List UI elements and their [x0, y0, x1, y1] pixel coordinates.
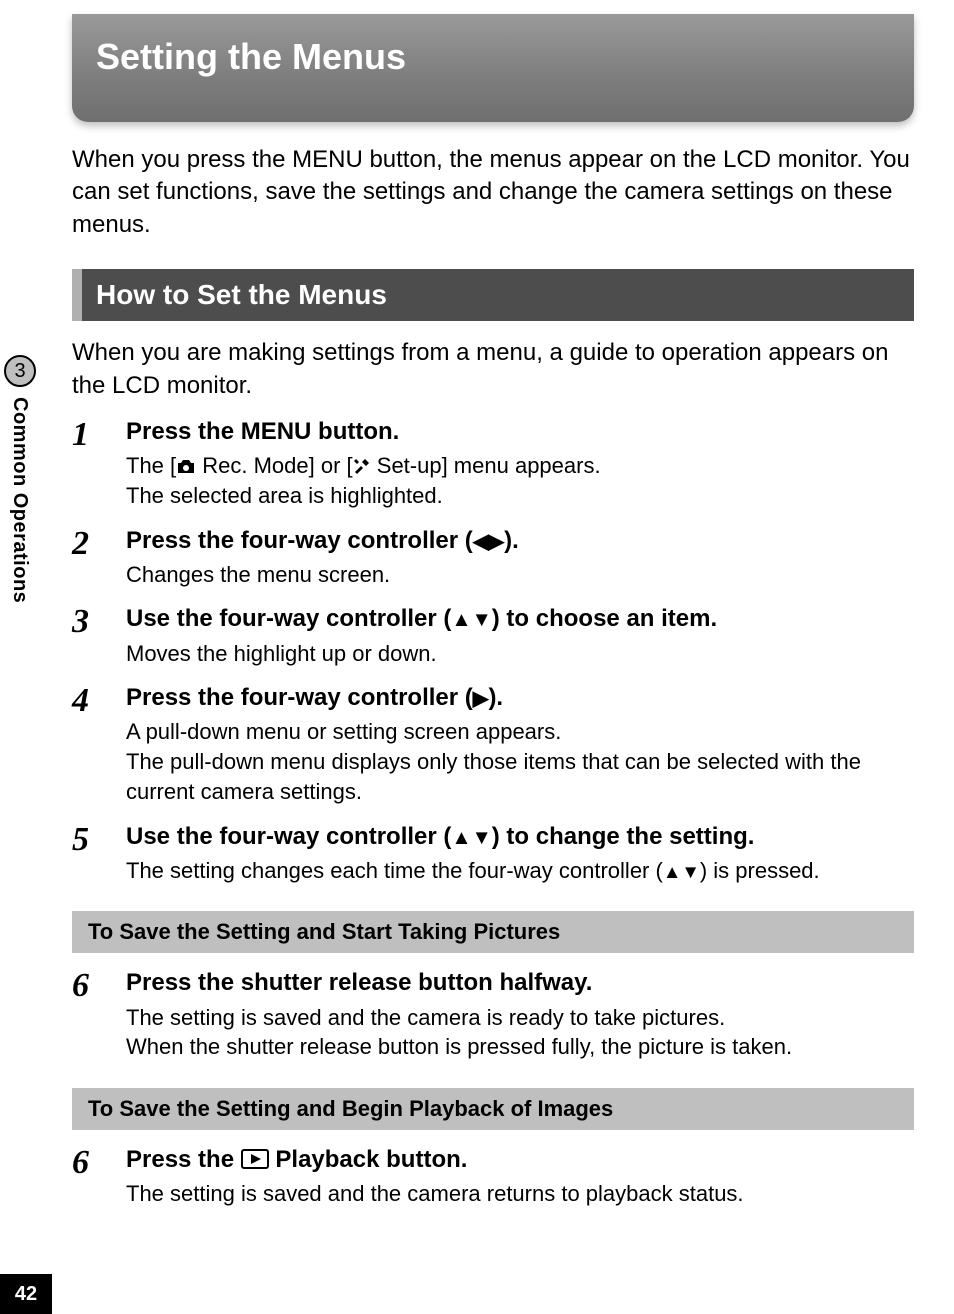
step-title: Press the four-way controller (▶).	[126, 682, 914, 713]
chapter-number-badge: 3	[4, 355, 36, 387]
side-tab-label: Common Operations	[8, 397, 31, 603]
step-body: Press the four-way controller (◀▶). Chan…	[126, 525, 914, 590]
tools-icon	[353, 457, 371, 475]
playback-icon	[241, 1149, 269, 1169]
step-body: Press the shutter release button halfway…	[126, 967, 914, 1062]
up-down-arrows-icon: ▲▼	[663, 861, 700, 882]
text: ).	[488, 684, 503, 711]
step-title: Use the four-way controller (▲▼) to choo…	[126, 603, 914, 634]
text: Use the four-way controller (	[126, 823, 451, 850]
step-5: 5 Use the four-way controller (▲▼) to ch…	[72, 821, 914, 886]
step-1: 1 Press the MENU button. The [ Rec. Mode…	[72, 416, 914, 511]
step-body: Press the Playback button. The setting i…	[126, 1144, 914, 1209]
step-6b: 6 Press the Playback button. The setting…	[72, 1144, 914, 1209]
page-title: Setting the Menus	[96, 36, 890, 78]
step-title: Press the shutter release button halfway…	[126, 967, 914, 998]
step-desc: A pull-down menu or setting screen appea…	[126, 717, 914, 806]
side-tab: 3 Common Operations	[0, 355, 40, 603]
step-number: 2	[72, 525, 104, 590]
step-number: 4	[72, 682, 104, 806]
step-number: 6	[72, 1144, 104, 1209]
step-desc: The setting changes each time the four-w…	[126, 856, 914, 886]
text: Playback button.	[269, 1146, 468, 1173]
page-title-bar: Setting the Menus	[72, 14, 914, 122]
text: Press the four-way controller (	[126, 684, 473, 711]
step-title: Press the four-way controller (◀▶).	[126, 525, 914, 556]
step-number: 1	[72, 416, 104, 511]
section-heading: How to Set the Menus	[72, 269, 914, 321]
right-arrow-icon: ▶	[473, 688, 489, 710]
steps-list: 1 Press the MENU button. The [ Rec. Mode…	[72, 416, 914, 885]
subheading-save-pictures: To Save the Setting and Start Taking Pic…	[72, 911, 914, 953]
content-column: Setting the Menus When you press the MEN…	[72, 0, 914, 1209]
step-number: 5	[72, 821, 104, 886]
step-desc: The [ Rec. Mode] or [ Set-up] menu appea…	[126, 451, 914, 510]
step-title: Press the MENU button.	[126, 416, 914, 447]
camera-icon	[176, 459, 196, 475]
step-body: Press the four-way controller (▶). A pul…	[126, 682, 914, 806]
step-body: Press the MENU button. The [ Rec. Mode] …	[126, 416, 914, 511]
text: Press the four-way controller (	[126, 527, 473, 554]
step-number: 3	[72, 603, 104, 668]
step-desc: Changes the menu screen.	[126, 560, 914, 590]
text: Use the four-way controller (	[126, 605, 451, 632]
step-body: Use the four-way controller (▲▼) to chan…	[126, 821, 914, 886]
text: ).	[504, 527, 519, 554]
subheading-save-playback: To Save the Setting and Begin Playback o…	[72, 1088, 914, 1130]
page-number: 42	[0, 1274, 52, 1314]
step-3: 3 Use the four-way controller (▲▼) to ch…	[72, 603, 914, 668]
step-number: 6	[72, 967, 104, 1062]
section-intro: When you are making settings from a menu…	[72, 337, 914, 402]
left-right-arrows-icon: ◀▶	[473, 531, 504, 553]
text: Rec. Mode] or [	[196, 453, 353, 478]
text: The setting changes each time the four-w…	[126, 858, 663, 883]
step-6a: 6 Press the shutter release button halfw…	[72, 967, 914, 1062]
text: ) to change the setting.	[492, 823, 755, 850]
text: ) is pressed.	[700, 858, 820, 883]
intro-text: When you press the MENU button, the menu…	[72, 144, 914, 241]
step-desc: The setting is saved and the camera is r…	[126, 1003, 914, 1062]
up-down-arrows-icon: ▲▼	[451, 827, 491, 849]
step-title: Press the Playback button.	[126, 1144, 914, 1175]
step-desc: Moves the highlight up or down.	[126, 639, 914, 669]
step-2: 2 Press the four-way controller (◀▶). Ch…	[72, 525, 914, 590]
text: The [	[126, 453, 176, 478]
text: Press the	[126, 1146, 241, 1173]
step-4: 4 Press the four-way controller (▶). A p…	[72, 682, 914, 806]
step-desc: The setting is saved and the camera retu…	[126, 1179, 914, 1209]
up-down-arrows-icon: ▲▼	[451, 609, 491, 631]
step-body: Use the four-way controller (▲▼) to choo…	[126, 603, 914, 668]
text: ) to choose an item.	[492, 605, 717, 632]
step-title: Use the four-way controller (▲▼) to chan…	[126, 821, 914, 852]
page: 3 Common Operations 42 Setting the Menus…	[0, 0, 954, 1314]
